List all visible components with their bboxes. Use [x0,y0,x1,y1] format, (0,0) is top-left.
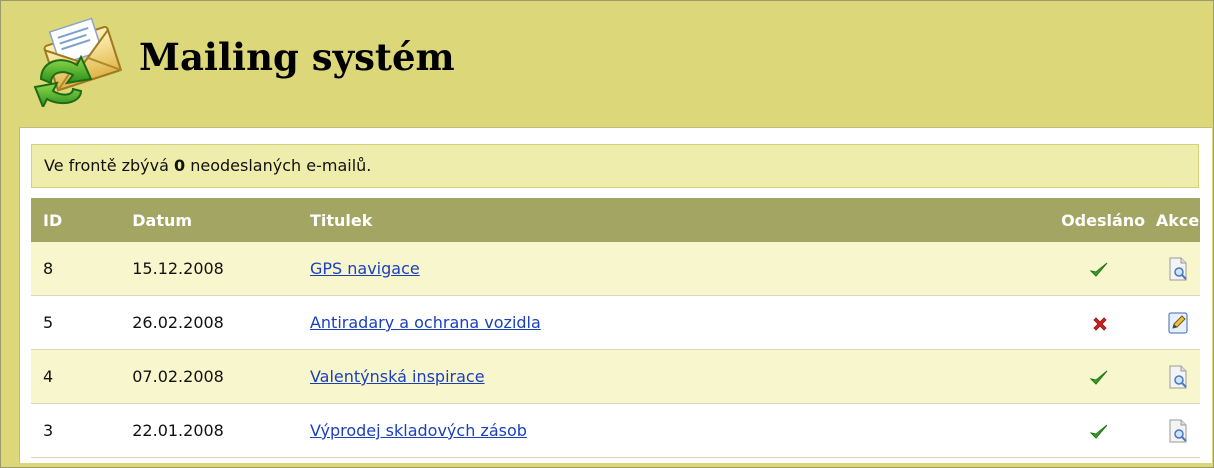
row-id: 4 [31,349,133,404]
mailing-title-link[interactable]: Výprodej skladových zásob [310,421,527,440]
preview-icon[interactable] [1167,365,1189,389]
row-date: 22.01.2008 [132,403,310,458]
table-row: 8 15.12.2008 GPS navigace [31,242,1200,296]
row-date: 15.12.2008 [132,242,310,296]
table-row: 3 22.01.2008 Výprodej skladových zásob [31,403,1200,458]
column-header-title: Titulek [309,198,972,242]
column-header-id: ID [31,198,133,242]
preview-icon[interactable] [1167,419,1189,443]
mailing-title-link[interactable]: Antiradary a ochrana vozidla [310,313,541,332]
mailing-title-link[interactable]: Valentýnská inspirace [310,367,485,386]
sent-check-icon [1090,370,1108,385]
mail-envelope-refresh-icon [33,17,123,107]
row-date: 26.02.2008 [132,295,310,350]
edit-icon[interactable] [1167,311,1189,335]
row-id: 3 [31,403,133,458]
main-content-panel: Ve frontě zbývá 0 neodeslaných e-mailů. … [19,127,1212,463]
table-row: 5 26.02.2008 Antiradary a ochrana vozidl… [31,295,1200,350]
mailing-title-link[interactable]: GPS navigace [310,259,420,278]
mailing-table: ID Datum Titulek Odesláno Akce 8 15.12.2… [31,198,1200,458]
row-id: 8 [31,242,133,296]
column-header-actions: Akce [1155,198,1200,242]
preview-icon[interactable] [1167,257,1189,281]
queue-notice-prefix: Ve frontě zbývá [44,156,175,175]
queue-notice: Ve frontě zbývá 0 neodeslaných e-mailů. [31,144,1199,188]
app-frame: Mailing systém Ve frontě zbývá 0 neodesl… [0,0,1214,468]
queue-count: 0 [174,156,186,175]
table-row: 4 07.02.2008 Valentýnská inspirace [31,349,1200,404]
page-header: Mailing systém [1,1,1213,121]
table-header-row: ID Datum Titulek Odesláno Akce [31,198,1200,242]
not-sent-cross-icon [1093,316,1107,331]
sent-check-icon [1090,262,1108,277]
sent-check-icon [1090,424,1108,439]
column-header-sent: Odesláno [971,198,1156,242]
queue-notice-suffix: neodeslaných e-mailů. [185,156,372,175]
column-header-date: Datum [132,198,310,242]
page-title: Mailing systém [139,35,455,79]
row-id: 5 [31,295,133,350]
row-date: 07.02.2008 [132,349,310,404]
